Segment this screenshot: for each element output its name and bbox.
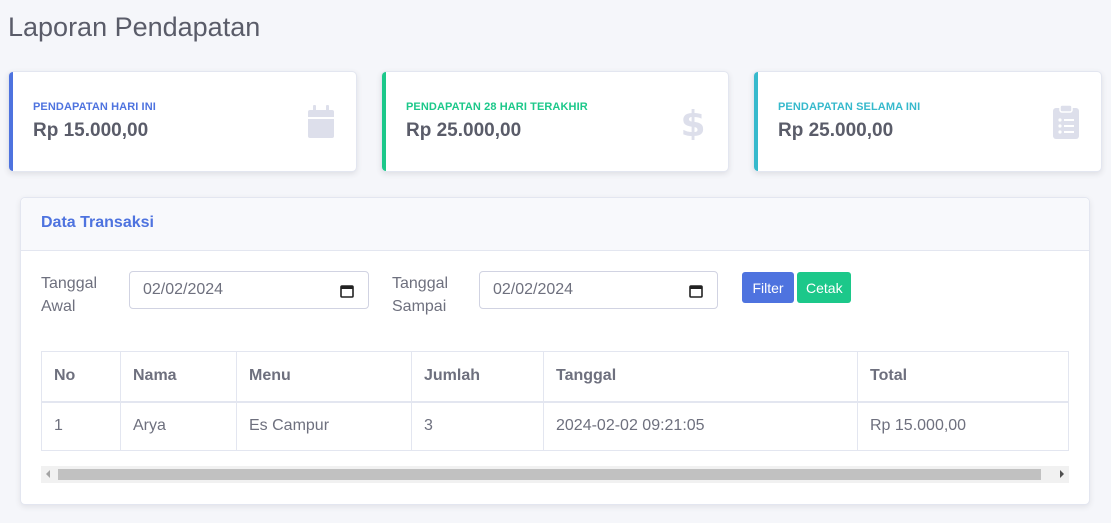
column-header[interactable]: Tanggal bbox=[543, 351, 858, 403]
column-header[interactable]: Menu bbox=[236, 351, 412, 403]
transactions-panel: Data Transaksi Tanggal Awal 02/02/2024 T… bbox=[20, 197, 1090, 505]
calendar-icon bbox=[308, 105, 334, 138]
card-accent bbox=[9, 72, 13, 171]
column-header[interactable]: Total bbox=[857, 351, 1069, 403]
calendar-picker-icon[interactable] bbox=[340, 284, 354, 298]
start-date-label: Tanggal Awal bbox=[41, 275, 98, 315]
horizontal-scrollbar[interactable] bbox=[41, 466, 1069, 483]
end-date-label: Tanggal Sampai bbox=[392, 275, 449, 315]
table-cell: Es Campur bbox=[236, 401, 412, 451]
stat-card-28-days: PENDAPATAN 28 HARI TERAKHIR Rp 25.000,00… bbox=[381, 71, 729, 172]
stat-label: PENDAPATAN SELAMA INI bbox=[778, 101, 921, 113]
start-date-input[interactable]: 02/02/2024 bbox=[129, 271, 369, 309]
table-cell: 1 bbox=[41, 401, 121, 451]
table-row: 1 Arya Es Campur 3 2024-02-02 09:21:05 R… bbox=[41, 401, 1069, 451]
table-cell: 3 bbox=[411, 401, 544, 451]
print-button[interactable]: Cetak bbox=[797, 272, 851, 303]
stat-label: PENDAPATAN 28 HARI TERAKHIR bbox=[406, 101, 588, 113]
start-date-value: 02/02/2024 bbox=[143, 281, 224, 298]
panel-title: Data Transaksi bbox=[41, 214, 154, 231]
stat-value: Rp 15.000,00 bbox=[33, 120, 149, 141]
transactions-table: No Nama Menu Jumlah Tanggal Total 1 Arya… bbox=[41, 351, 1069, 451]
stat-value: Rp 25.000,00 bbox=[778, 120, 894, 141]
column-header[interactable]: No bbox=[41, 351, 121, 403]
table-cell: 2024-02-02 09:21:05 bbox=[543, 401, 858, 451]
end-date-input[interactable]: 02/02/2024 bbox=[479, 271, 718, 309]
column-header[interactable]: Nama bbox=[120, 351, 237, 403]
stat-card-today: PENDAPATAN HARI INI Rp 15.000,00 bbox=[8, 71, 357, 172]
clipboard-list-icon bbox=[1053, 104, 1079, 139]
calendar-picker-icon[interactable] bbox=[689, 284, 703, 298]
svg-text:$: $ bbox=[680, 104, 705, 140]
table-header-row: No Nama Menu Jumlah Tanggal Total bbox=[41, 351, 1069, 403]
table-cell: Arya bbox=[120, 401, 237, 451]
panel-header: Data Transaksi bbox=[21, 198, 1089, 251]
stat-label: PENDAPATAN HARI INI bbox=[33, 101, 156, 113]
filter-button[interactable]: Filter bbox=[742, 272, 794, 303]
card-accent bbox=[382, 72, 386, 171]
scroll-right-arrow-icon[interactable] bbox=[1060, 470, 1064, 478]
card-accent bbox=[754, 72, 758, 171]
stat-card-all-time: PENDAPATAN SELAMA INI Rp 25.000,00 bbox=[753, 71, 1102, 172]
column-header[interactable]: Jumlah bbox=[411, 351, 544, 403]
stat-value: Rp 25.000,00 bbox=[406, 120, 522, 141]
dollar-icon: $ bbox=[680, 104, 705, 140]
scrollbar-thumb[interactable] bbox=[58, 469, 1041, 480]
end-date-value: 02/02/2024 bbox=[493, 281, 574, 298]
scroll-left-arrow-icon[interactable] bbox=[46, 470, 50, 478]
table-cell: Rp 15.000,00 bbox=[857, 401, 1069, 451]
page-title: Laporan Pendapatan bbox=[8, 12, 261, 42]
